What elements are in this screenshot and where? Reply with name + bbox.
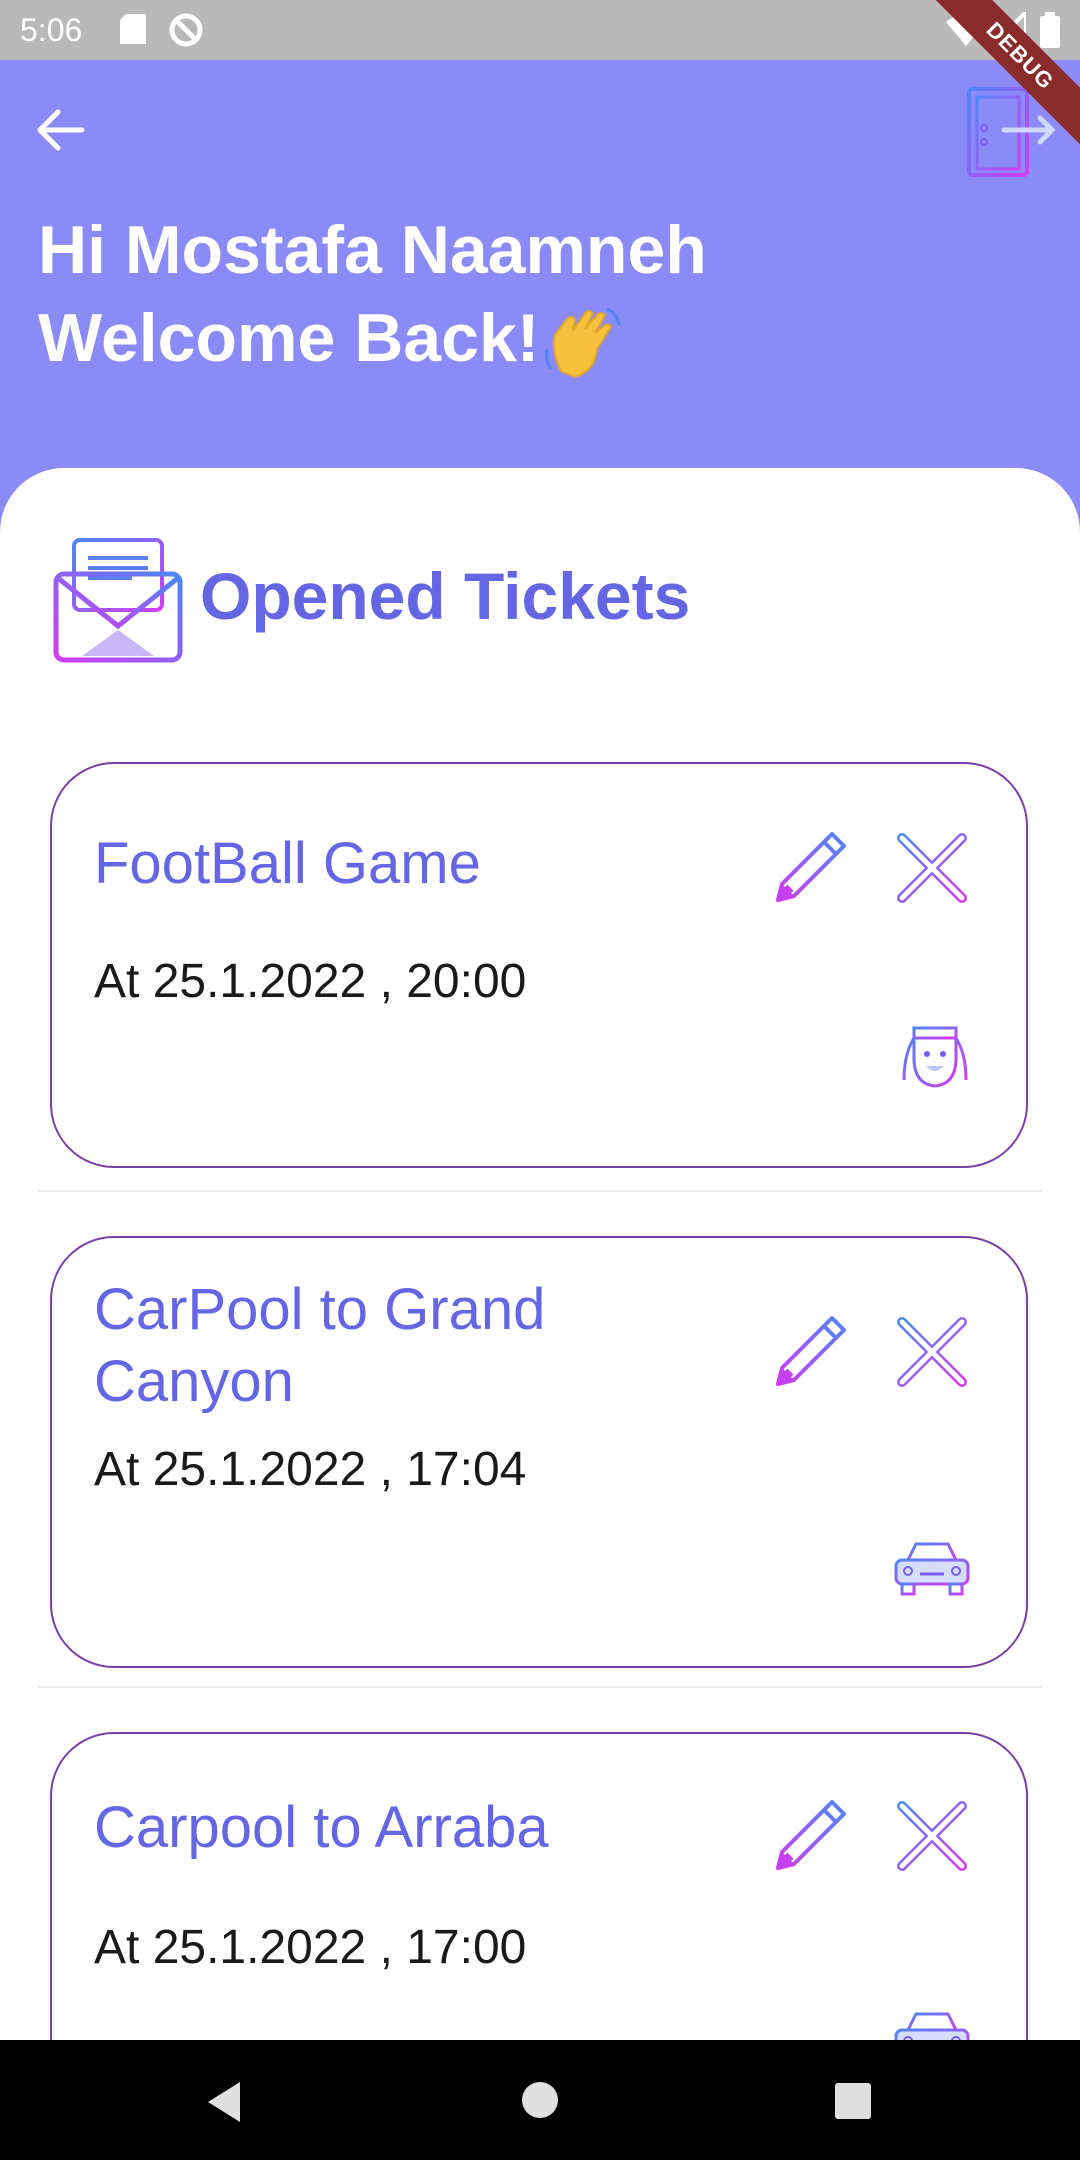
pencil-icon[interactable] [770,1796,850,1876]
ticket-card[interactable]: CarPool to Grand Canyon At 25.1.2022 , 1… [50,1236,1028,1668]
greeting: Hi Mostafa Naamneh Welcome Back! [38,206,707,385]
waving-hand-icon [545,307,621,379]
car-icon [894,2012,970,2040]
arrow-left-icon[interactable] [36,108,86,152]
close-icon[interactable] [892,1312,972,1392]
battery-icon [1040,12,1060,48]
close-icon[interactable] [892,1796,972,1876]
status-time: 5:06 [20,12,83,48]
ticket-title: CarPool to Grand Canyon [94,1277,546,1414]
pencil-icon[interactable] [770,1312,850,1392]
divider [38,1686,1042,1688]
tickets-sheet: Opened Tickets FootBall Game At 25.1.202… [0,468,1080,2040]
ticket-card[interactable]: Carpool to Arraba At 25.1.2022 , 17:00 [50,1732,1028,2040]
ticket-date: At 25.1.2022 , 17:04 [94,1443,527,1496]
close-icon[interactable] [892,828,972,908]
system-nav-bar [0,2040,1080,2160]
section-title: Opened Tickets [200,559,691,633]
ticket-title: FootBall Game [94,831,481,896]
car-icon [894,1542,970,1596]
ticket-date: At 25.1.2022 , 17:00 [94,1921,527,1974]
sd-card-icon [120,14,146,44]
greeting-line-1: Hi Mostafa Naamneh [38,212,707,288]
pencil-icon[interactable] [770,828,850,908]
sync-icon [169,13,203,47]
person-icon [902,1026,968,1088]
divider [38,1190,1042,1192]
nav-home-icon[interactable] [520,2080,560,2120]
ticket-title: Carpool to Arraba [94,1795,549,1860]
ticket-date: At 25.1.2022 , 20:00 [94,955,527,1008]
nav-back-icon[interactable] [204,2080,244,2124]
greeting-line-2: Welcome Back! [38,294,707,385]
status-bar: 5:06 [0,0,1080,60]
nav-recents-icon[interactable] [834,2082,872,2120]
ticket-card[interactable]: FootBall Game At 25.1.2022 , 20:00 [50,762,1028,1168]
welcome-text: Welcome Back! [38,300,540,376]
envelope-icon [53,538,183,663]
